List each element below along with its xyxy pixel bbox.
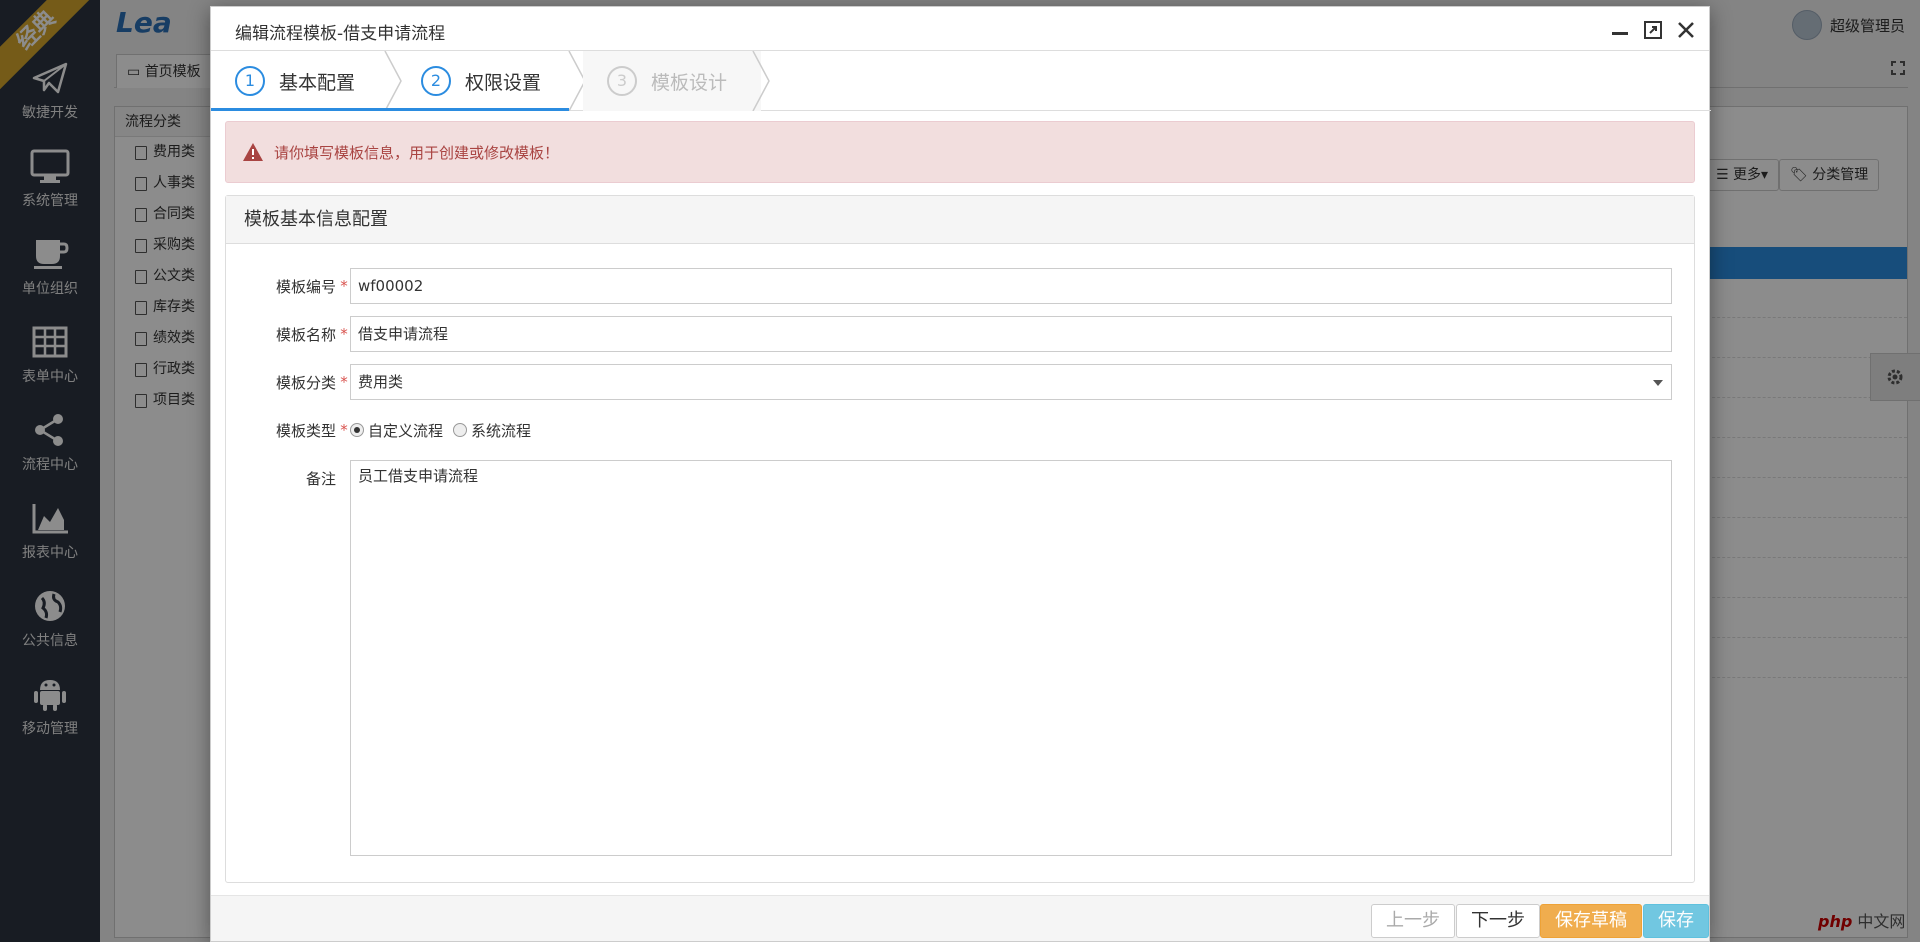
section-title: 模板基本信息配置 (226, 196, 1694, 244)
step-basic-config[interactable]: 1 基本配置 (211, 51, 355, 111)
form-row-name: 模板名称 * 借支申请流程 (226, 316, 1672, 352)
template-type-radio-group: 自定义流程 系统流程 (350, 420, 531, 441)
warning-icon (243, 143, 263, 161)
step-number: 2 (421, 66, 451, 96)
edit-flow-template-dialog: 编辑流程模板-借支申请流程 1 基本配置 2 权限设置 3 模板设计 请你填写模… (210, 6, 1711, 942)
next-step-button[interactable]: 下一步 (1456, 904, 1540, 938)
template-code-input[interactable]: wf00002 (350, 268, 1672, 304)
remark-textarea[interactable]: 员工借支申请流程 (350, 460, 1672, 856)
step-permission[interactable]: 2 权限设置 (397, 51, 541, 111)
prev-step-button[interactable]: 上一步 (1371, 904, 1455, 938)
chevron-down-icon (1653, 380, 1663, 386)
required-mark: * (340, 277, 348, 295)
step-label: 基本配置 (279, 71, 356, 94)
form-row-remark: 备注 * 员工借支申请流程 (226, 460, 1672, 856)
form-row-type: 模板类型 * 自定义流程 系统流程 (226, 412, 531, 448)
save-button[interactable]: 保存 (1643, 904, 1709, 938)
radio-button-checked[interactable] (350, 423, 364, 437)
form-row-code: 模板编号 * wf00002 (226, 268, 1672, 304)
template-category-select[interactable]: 费用类 (350, 364, 1672, 400)
step-number: 1 (235, 66, 265, 96)
alert-message: 请你填写模板信息，用于创建或修改模板！ (274, 143, 560, 162)
field-label: 模板类型 (275, 421, 336, 440)
field-label: 模板编号 (275, 277, 336, 296)
required-mark: * (340, 421, 348, 439)
basic-info-section: 模板基本信息配置 模板编号 * wf00002 模板名称 * 借支申请流程 模板… (225, 195, 1695, 883)
field-label: 模板分类 (275, 373, 336, 392)
template-name-input[interactable]: 借支申请流程 (350, 316, 1672, 352)
dialog-title: 编辑流程模板-借支申请流程 (235, 24, 446, 44)
field-label: 备注 (305, 470, 336, 488)
maximize-icon[interactable] (1642, 19, 1664, 41)
radio-button[interactable] (453, 423, 468, 437)
field-label: 模板名称 (275, 325, 336, 344)
step-label: 模板设计 (651, 71, 728, 94)
dialog-header: 编辑流程模板-借支申请流程 (211, 7, 1709, 51)
step-arrow-divider (752, 51, 770, 111)
selected-value: 费用类 (358, 373, 404, 391)
radio-label: 自定义流程 (368, 421, 444, 440)
required-mark: * (340, 373, 348, 391)
radio-system-flow[interactable]: 系统流程 (453, 420, 531, 441)
required-mark: * (340, 325, 348, 343)
dialog-footer: 上一步 下一步 保存草稿 保存 (211, 895, 1709, 941)
close-icon[interactable] (1675, 19, 1697, 41)
radio-label: 系统流程 (471, 421, 532, 440)
radio-custom-flow[interactable]: 自定义流程 (350, 420, 443, 441)
info-alert: 请你填写模板信息，用于创建或修改模板！ (225, 121, 1695, 183)
save-draft-button[interactable]: 保存草稿 (1540, 904, 1642, 938)
form-row-category: 模板分类 * 费用类 (226, 364, 1672, 400)
step-number: 3 (607, 66, 637, 96)
wizard-steps: 1 基本配置 2 权限设置 3 模板设计 (211, 51, 1711, 111)
active-step-indicator (211, 108, 569, 111)
step-label: 权限设置 (465, 71, 542, 94)
minimize-icon[interactable] (1609, 19, 1631, 41)
required-mark-spacer: * (338, 460, 350, 478)
step-template-design[interactable]: 3 模板设计 (583, 51, 761, 111)
